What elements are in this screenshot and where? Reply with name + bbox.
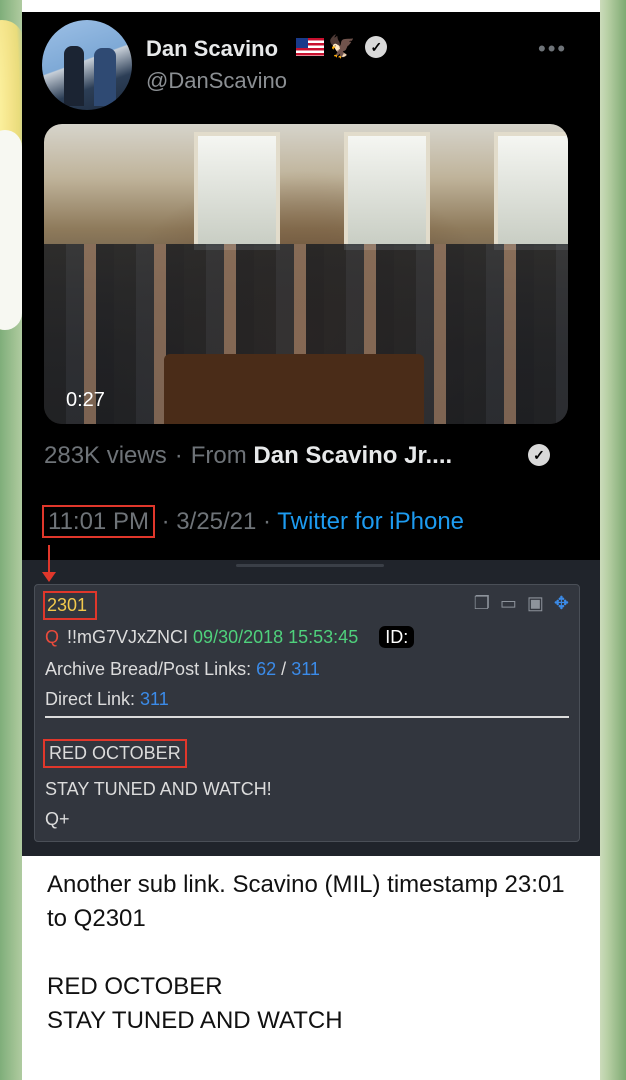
tweet-timestamp-row: 11:01 PM · 3/25/21 · Twitter for iPhone	[42, 505, 464, 538]
q-post-divider	[45, 716, 569, 718]
q-tripcode: !!mG7VJxZNCI	[67, 627, 189, 647]
q-post-datetime: 09/30/2018 15:53:45	[193, 627, 359, 647]
background-petal	[0, 130, 22, 330]
message-caption: Another sub link. Scavino (MIL) timestam…	[47, 868, 587, 1038]
avatar[interactable]	[42, 20, 132, 110]
q-post-text-line: RED OCTOBER	[43, 739, 187, 768]
archive-label: Archive Bread/Post Links:	[45, 659, 252, 679]
video-duration: 0:27	[66, 389, 105, 411]
from-account-link[interactable]: Dan Scavino Jr....	[253, 442, 452, 469]
drag-handle	[236, 564, 384, 567]
q-post-panel: 2301 ❐ ▭ ▣ ✥ Q !!mG7VJxZNCI 09/30/2018 15…	[22, 560, 600, 856]
from-label: From	[190, 442, 247, 469]
q-post: 2301 ❐ ▭ ▣ ✥ Q !!mG7VJxZNCI 09/30/2018 15…	[34, 584, 580, 842]
image-icon[interactable]: ▣	[527, 593, 544, 614]
vr-glasses-icon[interactable]: ▭	[500, 593, 517, 614]
eagle-icon: 🦅	[328, 34, 356, 59]
video-window-left	[194, 132, 280, 250]
q-post-signature: Q+	[45, 809, 70, 829]
stats-separator: ·	[174, 442, 183, 469]
verified-badge-icon: ✓	[528, 444, 550, 466]
q-post-text-line: STAY TUNED AND WATCH!	[45, 779, 272, 799]
tweet-client-link[interactable]: Twitter for iPhone	[277, 508, 464, 535]
tweet-author-name[interactable]: Dan Scavino	[146, 36, 278, 62]
tweet-screenshot: Dan Scavino 🦅 ✓ @DanScavino ••• 0:27 283…	[22, 12, 600, 560]
q-post-header: Q !!mG7VJxZNCI 09/30/2018 15:53:45 ID:	[45, 626, 415, 648]
name-emoji-group: 🦅 ✓	[296, 34, 388, 60]
view-count: 283K views	[44, 442, 167, 469]
direct-link[interactable]: 311	[140, 689, 169, 709]
q-post-number[interactable]: 2301	[43, 591, 98, 620]
q-label: Q	[45, 627, 60, 647]
meta-separator: ·	[161, 508, 170, 535]
move-icon[interactable]: ✥	[554, 593, 569, 614]
direct-link-row: Direct Link: 311	[45, 689, 169, 710]
post-card: Dan Scavino 🦅 ✓ @DanScavino ••• 0:27 283…	[22, 0, 600, 1080]
tweet-stats: 283K views · From Dan Scavino Jr....	[44, 442, 452, 470]
q-post-toolbar: ❐ ▭ ▣ ✥	[474, 593, 569, 614]
verified-badge-icon: ✓	[365, 36, 388, 58]
direct-link-label: Direct Link:	[45, 689, 136, 709]
caption-paragraph: Another sub link. Scavino (MIL) timestam…	[47, 871, 565, 932]
copy-icon[interactable]: ❐	[474, 593, 490, 614]
us-flag-icon	[296, 38, 324, 56]
video-window-right	[494, 132, 568, 250]
tweet-video[interactable]: 0:27	[44, 124, 568, 424]
caption-line: RED OCTOBER	[47, 973, 223, 1000]
archive-links-row: Archive Bread/Post Links: 62 / 311	[45, 659, 320, 680]
video-window-center	[344, 132, 430, 250]
tweet-date[interactable]: 3/25/21	[176, 508, 256, 535]
annotation-arrow-head-icon	[42, 572, 56, 582]
q-id-tag: ID:	[379, 626, 415, 648]
archive-bread-link[interactable]: 62	[256, 659, 276, 679]
annotation-arrow-line	[48, 545, 50, 575]
tweet-author-handle[interactable]: @DanScavino	[146, 68, 287, 94]
video-desk	[164, 354, 424, 424]
archive-post-link[interactable]: 311	[291, 659, 320, 679]
tweet-time[interactable]: 11:01 PM	[42, 505, 155, 538]
meta-separator: ·	[263, 508, 272, 535]
caption-line: STAY TUNED AND WATCH	[47, 1007, 343, 1034]
archive-slash: /	[281, 659, 287, 679]
more-options-icon[interactable]: •••	[538, 36, 567, 62]
